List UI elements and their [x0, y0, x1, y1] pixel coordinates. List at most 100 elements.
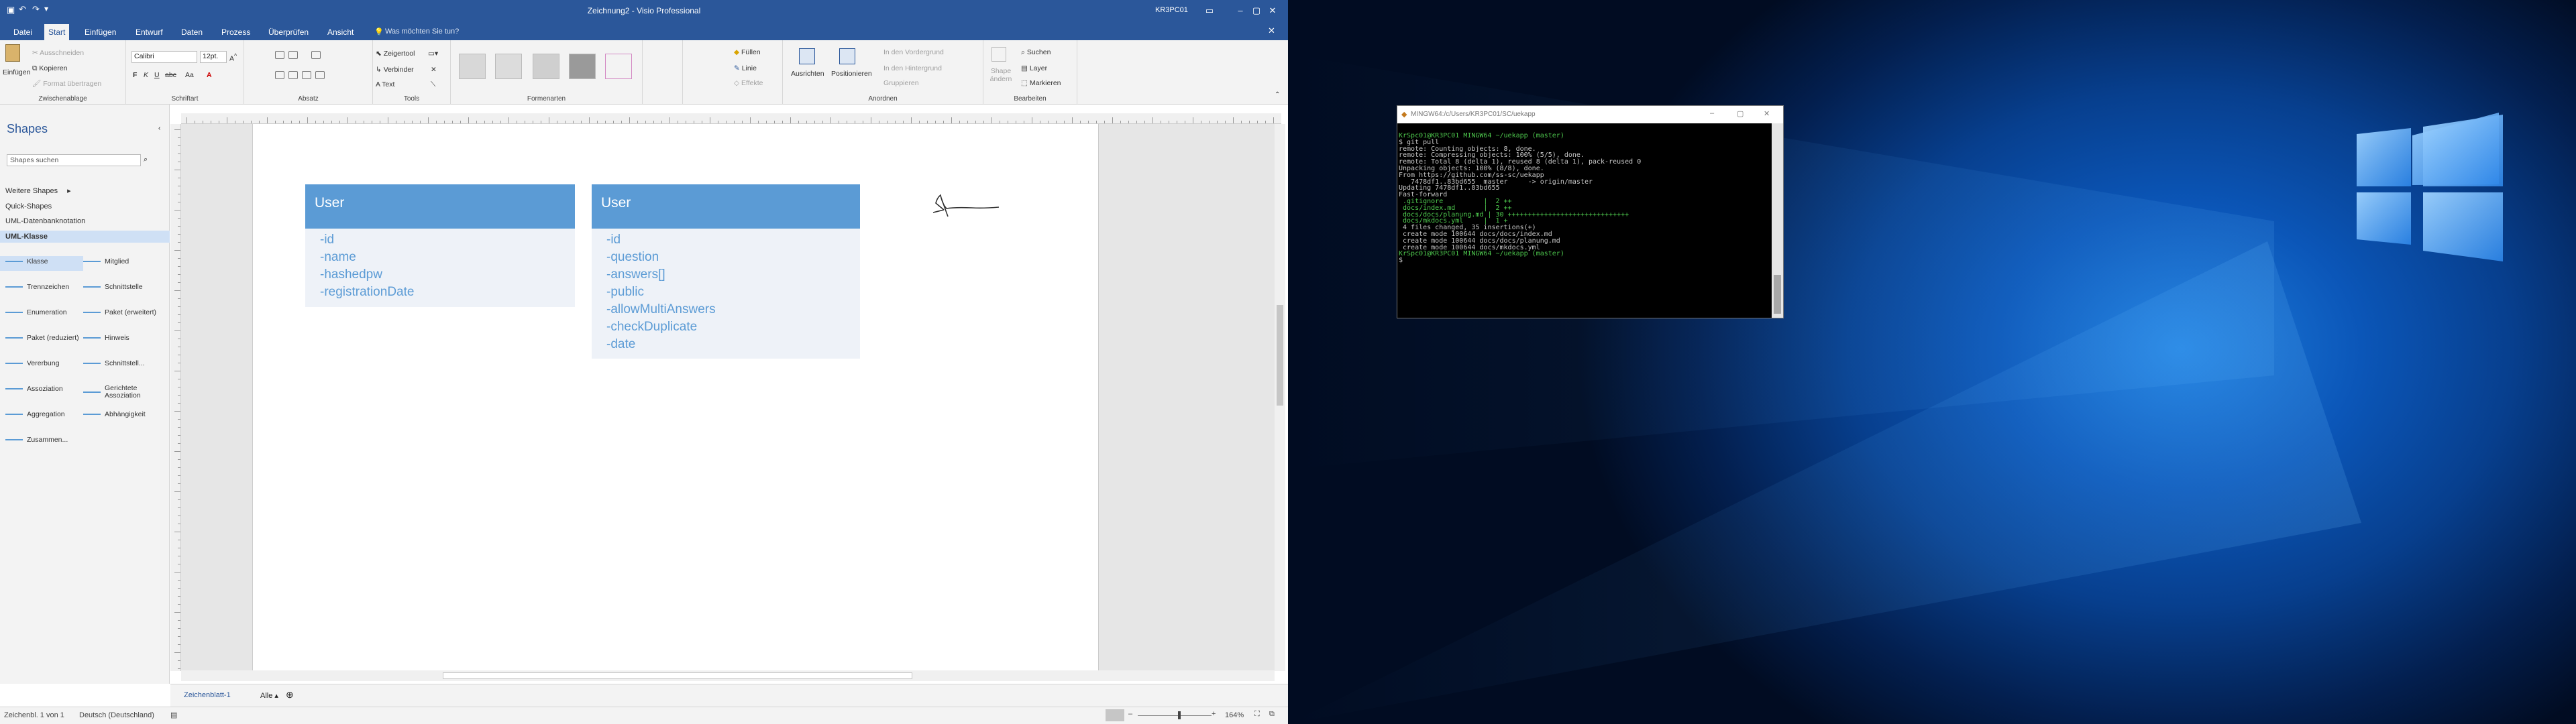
vertical-scrollbar[interactable]: [1275, 124, 1285, 671]
align-shapes-icon[interactable]: [799, 48, 815, 64]
underline-icon[interactable]: U: [154, 71, 160, 79]
layer-button[interactable]: ▤ Layer: [1021, 64, 1047, 72]
stencil-item[interactable]: Hinweis: [83, 334, 162, 342]
position-icon[interactable]: [839, 48, 855, 64]
group-button[interactable]: Gruppieren: [883, 79, 919, 87]
delete-icon[interactable]: ✕: [431, 66, 437, 74]
paste-icon[interactable]: [5, 44, 20, 62]
paste-button[interactable]: Einfügen: [3, 68, 30, 76]
style-swatch-4[interactable]: [569, 54, 596, 79]
zoom-slider[interactable]: [1138, 715, 1212, 716]
align-center-icon[interactable]: [288, 71, 300, 80]
horizontal-scroll-thumb[interactable]: [443, 672, 912, 679]
fit-window-icon[interactable]: ⛶: [1254, 710, 1260, 719]
terminal-scroll-thumb[interactable]: [1774, 275, 1781, 314]
bold-icon[interactable]: F: [133, 71, 137, 79]
zoom-in-icon[interactable]: +: [1212, 710, 1216, 718]
connector-button[interactable]: ↳ Verbinder: [376, 66, 414, 74]
terminal-minimize-button[interactable]: –: [1710, 109, 1714, 117]
fit-page-icon[interactable]: [1106, 709, 1124, 721]
tab-insert[interactable]: Einfügen: [80, 25, 120, 40]
uml-db-notation-item[interactable]: UML-Datenbanknotation: [5, 217, 85, 225]
stencil-item[interactable]: Mitglied: [83, 257, 162, 265]
switch-windows-icon[interactable]: ⧉: [1269, 710, 1275, 719]
zoom-level[interactable]: 164%: [1225, 711, 1244, 719]
zoom-slider-thumb[interactable]: [1178, 711, 1181, 719]
italic-icon[interactable]: K: [144, 71, 148, 79]
grow-font-icon[interactable]: A^: [229, 52, 237, 63]
style-swatch-3[interactable]: [533, 54, 559, 79]
stencil-item[interactable]: Paket (reduziert): [5, 334, 85, 342]
git-bash-window[interactable]: ◆ MINGW64:/c/Users/KR3PC01/SC/uekapp – ▢…: [1397, 105, 1784, 318]
justify-icon[interactable]: [315, 71, 327, 80]
quick-shapes-item[interactable]: Quick-Shapes: [5, 202, 52, 210]
tab-view[interactable]: Ansicht: [323, 25, 358, 40]
stencil-item[interactable]: Gerichtete Assoziation: [83, 385, 162, 400]
change-shape-icon[interactable]: [991, 47, 1006, 62]
align-right-icon[interactable]: [302, 71, 313, 80]
line-button[interactable]: ✎ Linie: [734, 64, 757, 72]
collapse-pane-icon[interactable]: ‹: [158, 125, 160, 132]
vertical-scroll-thumb[interactable]: [1277, 305, 1283, 406]
align-left-icon[interactable]: [275, 71, 286, 80]
case-icon[interactable]: Aa: [185, 71, 194, 79]
zoom-out-icon[interactable]: –: [1128, 710, 1132, 718]
text-tool-button[interactable]: A Text: [376, 80, 394, 88]
fill-button[interactable]: ◆ Füllen: [734, 48, 761, 56]
sheet-tab-page1[interactable]: Zeichenblatt-1: [184, 691, 231, 699]
tell-me-search[interactable]: Was möchten Sie tun?: [385, 27, 459, 36]
align-middle-icon[interactable]: [288, 51, 300, 60]
macro-icon[interactable]: ▤: [170, 711, 177, 719]
uml-class-item[interactable]: UML-Klasse: [5, 233, 48, 241]
bullets-icon[interactable]: [311, 51, 323, 60]
change-shape-button[interactable]: Shape ändern: [987, 67, 1014, 83]
cut-button[interactable]: ✂ Ausschneiden: [32, 49, 84, 57]
tab-file[interactable]: Datei: [9, 25, 36, 40]
pointer-tool-button[interactable]: ⬉ Zeigertool: [376, 50, 415, 58]
style-swatch-1[interactable]: [459, 54, 486, 79]
effects-button[interactable]: ◇ Effekte: [734, 79, 763, 87]
collapse-ribbon-icon[interactable]: ⌃: [1275, 91, 1280, 99]
stencil-item[interactable]: Klasse: [5, 257, 85, 265]
font-size-combo[interactable]: 12pt.: [200, 51, 227, 63]
tab-start[interactable]: Start: [44, 24, 70, 40]
close-button[interactable]: ✕: [1257, 0, 1288, 21]
add-sheet-icon[interactable]: ⊕: [286, 689, 294, 701]
shapes-search-input[interactable]: Shapes suchen: [7, 154, 141, 166]
stencil-item[interactable]: Vererbung: [5, 359, 85, 367]
bring-to-front-button[interactable]: In den Vordergrund: [883, 48, 944, 56]
font-color-icon[interactable]: A: [207, 71, 212, 79]
align-top-icon[interactable]: [275, 51, 286, 60]
stencil-item[interactable]: Zusammen...: [5, 436, 85, 444]
tab-data[interactable]: Daten: [177, 25, 207, 40]
find-button[interactable]: ⌕ Suchen: [1021, 48, 1051, 57]
freehand-sketch[interactable]: [924, 178, 1011, 225]
terminal-scrollbar[interactable]: [1772, 123, 1783, 318]
terminal-maximize-button[interactable]: ▢: [1737, 109, 1743, 118]
tab-design[interactable]: Entwurf: [131, 25, 167, 40]
tab-process[interactable]: Prozess: [217, 25, 254, 40]
uml-class-user-2[interactable]: User -id -question -answers[] -public -allow…: [592, 184, 860, 359]
sheet-all-dropdown[interactable]: Alle ▴: [260, 691, 278, 700]
position-button[interactable]: Positionieren: [831, 70, 872, 78]
select-button[interactable]: ⬚ Markieren: [1021, 79, 1061, 87]
stencil-item[interactable]: Abhängigkeit: [83, 410, 162, 418]
drawing-page[interactable]: User -id -name -hashedpw -registrationDate …: [252, 124, 1099, 671]
language-indicator[interactable]: Deutsch (Deutschland): [79, 711, 154, 719]
stencil-item[interactable]: Schnittstelle: [83, 283, 162, 291]
terminal-close-button[interactable]: ✕: [1764, 109, 1770, 118]
stencil-item[interactable]: Trennzeichen: [5, 283, 85, 291]
send-to-back-button[interactable]: In den Hintergrund: [883, 64, 942, 72]
more-shapes-item[interactable]: Weitere Shapes ▸: [5, 186, 71, 195]
style-swatch-2[interactable]: [495, 54, 522, 79]
format-painter-button[interactable]: 🖌 Format übertragen: [32, 79, 101, 88]
rectangle-icon[interactable]: ▭▾: [428, 50, 438, 58]
uml-class-user-1[interactable]: User -id -name -hashedpw -registrationDate: [305, 184, 575, 307]
stencil-item[interactable]: Aggregation: [5, 410, 85, 418]
copy-button[interactable]: ⧉ Kopieren: [32, 64, 67, 73]
strikethrough-icon[interactable]: abc: [165, 71, 176, 79]
page-indicator[interactable]: Zeichenbl. 1 von 1: [4, 711, 64, 719]
align-button[interactable]: Ausrichten: [791, 70, 824, 78]
terminal-output[interactable]: KrSpc01@KR3PC01 MINGW64 ~/uekapp (master…: [1399, 133, 1772, 318]
font-name-combo[interactable]: Calibri: [131, 51, 197, 63]
